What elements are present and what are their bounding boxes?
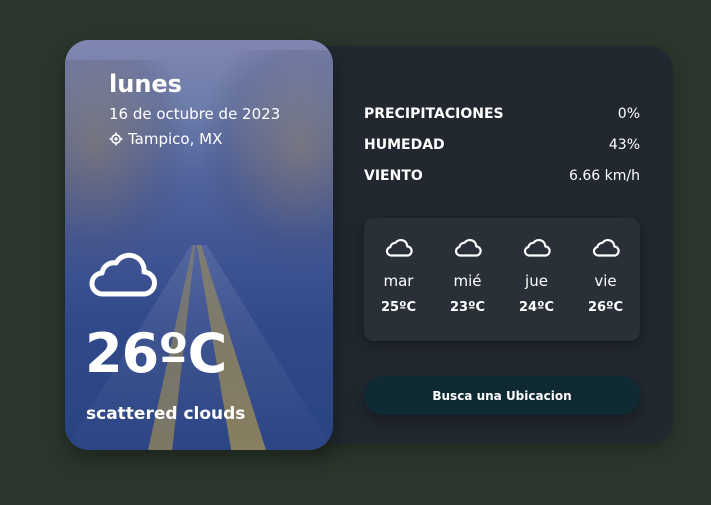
forecast-day-name: mié [453, 272, 482, 290]
cloud-icon [592, 236, 620, 260]
weather-description: scattered clouds [86, 404, 246, 424]
forecast-temp: 26ºC [588, 300, 623, 315]
location-text: Tampico, MX [128, 130, 223, 148]
forecast-day-name: mar [383, 272, 414, 290]
forecast-day: mié 23ºC [438, 236, 498, 315]
hero-content: lunes 16 de octubre de 2023 Tampico, MX [65, 40, 333, 450]
stat-label: HUMEDAD [364, 136, 445, 153]
forecast-day-name: vie [594, 272, 617, 290]
date-text: 16 de octubre de 2023 [109, 105, 281, 123]
forecast-day-name: jue [525, 272, 548, 290]
cloud-icon [89, 248, 157, 302]
stat-value: 6.66 km/h [569, 167, 640, 184]
forecast-day: jue 24ºC [507, 236, 567, 315]
forecast-panel: mar 25ºC mié 23ºC jue 24ºC vie 26ºC [364, 218, 640, 341]
cloud-icon [454, 236, 482, 260]
location: Tampico, MX [109, 130, 222, 148]
forecast-day: vie 26ºC [576, 236, 636, 315]
stat-label: VIENTO [364, 167, 423, 184]
current-temperature: 26ºC [85, 322, 227, 385]
cloud-icon [385, 236, 413, 260]
day-name: lunes [109, 70, 182, 98]
stats-list: PRECIPITACIONES 0% HUMEDAD 43% VIENTO 6.… [364, 98, 640, 191]
forecast-temp: 24ºC [519, 300, 554, 315]
location-target-icon [109, 132, 123, 146]
search-location-button[interactable]: Busca una Ubicacion [364, 376, 640, 415]
forecast-day: mar 25ºC [369, 236, 429, 315]
forecast-temp: 25ºC [381, 300, 416, 315]
stat-value: 43% [608, 136, 640, 153]
forecast-temp: 23ºC [450, 300, 485, 315]
stat-row-wind: VIENTO 6.66 km/h [364, 160, 640, 191]
weather-widget: lunes 16 de octubre de 2023 Tampico, MX [65, 40, 673, 450]
stat-row-precipitation: PRECIPITACIONES 0% [364, 98, 640, 129]
stat-value: 0% [617, 105, 640, 122]
cloud-icon [523, 236, 551, 260]
hero-card: lunes 16 de octubre de 2023 Tampico, MX [65, 40, 333, 450]
stat-label: PRECIPITACIONES [364, 105, 504, 122]
stat-row-humidity: HUMEDAD 43% [364, 129, 640, 160]
